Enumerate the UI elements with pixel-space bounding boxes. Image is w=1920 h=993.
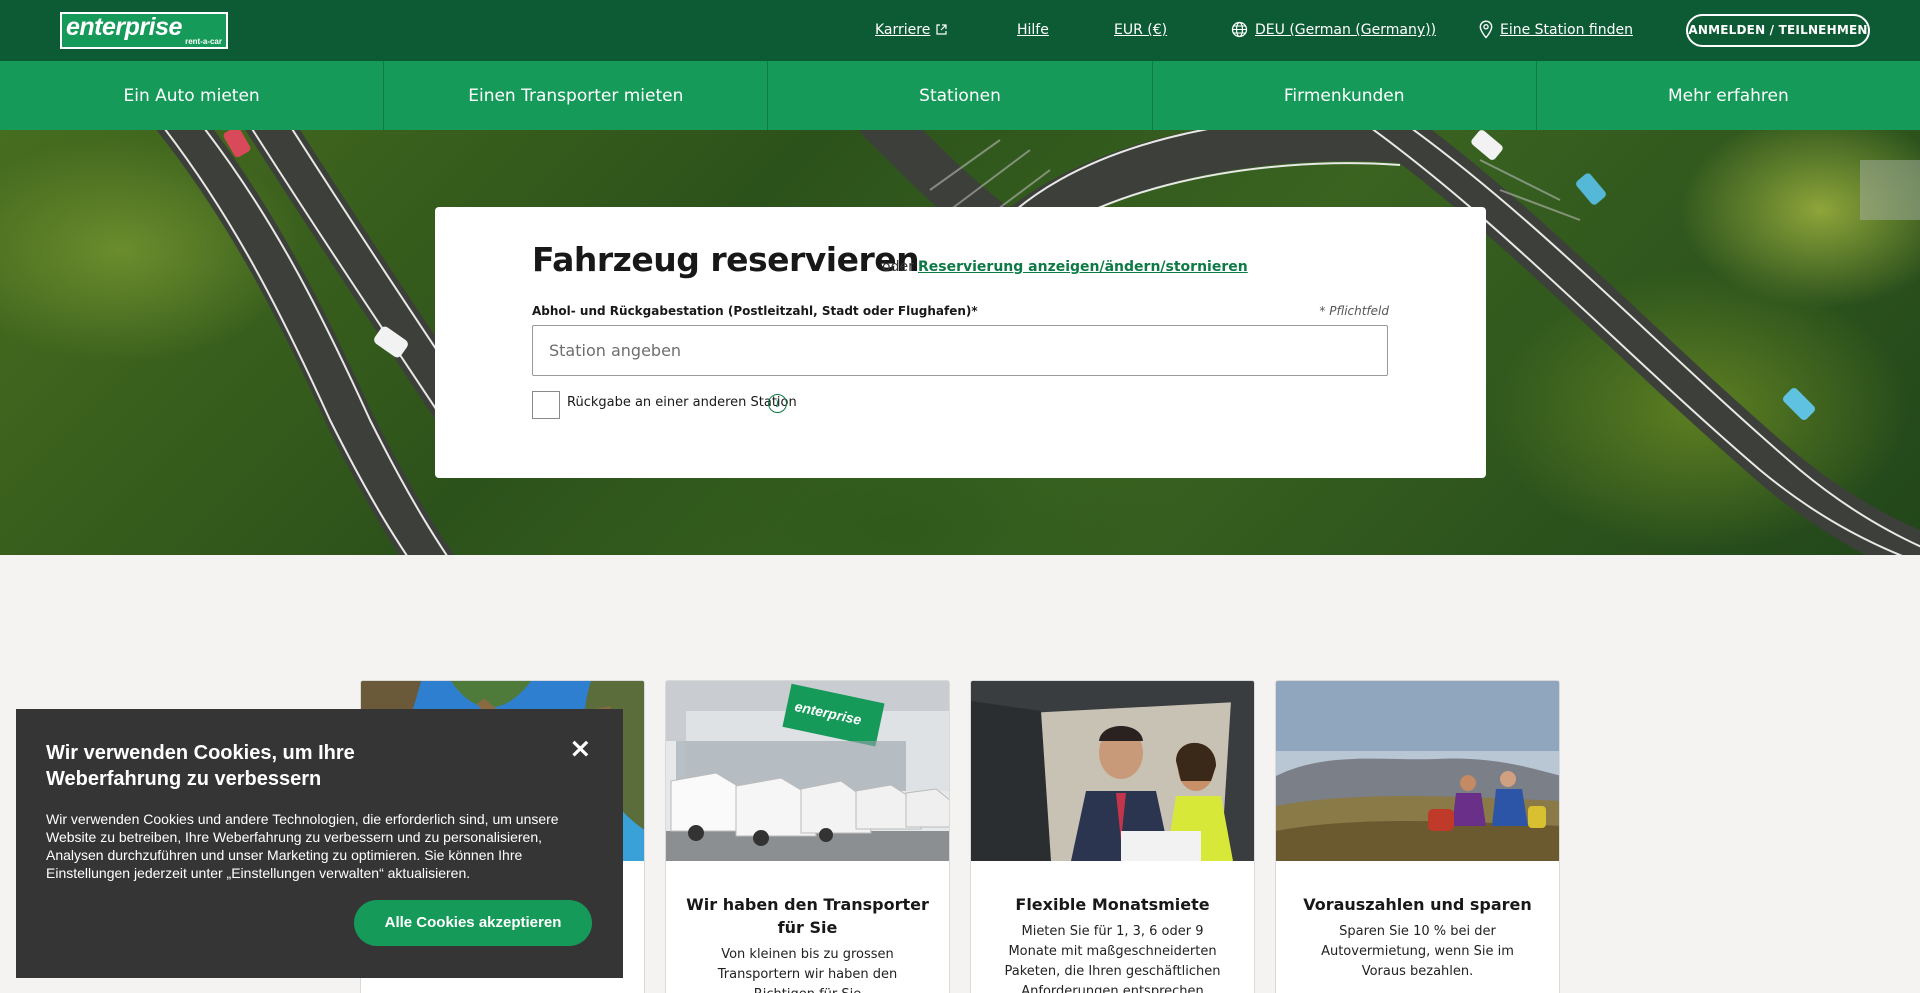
help-link[interactable]: Hilfe	[1017, 21, 1049, 39]
nav-item-business[interactable]: Firmenkunden	[1153, 61, 1537, 130]
station-input[interactable]	[532, 325, 1388, 376]
reservation-panel: Fahrzeug reservieren oder Reservierung a…	[435, 207, 1486, 478]
reservation-title: Fahrzeug reservieren	[532, 240, 920, 279]
station-field-label: Abhol- und Rückgabestation (Postleitzahl…	[532, 304, 978, 318]
enterprise-logo[interactable]: enterprise rent-a-car	[60, 12, 228, 49]
card-description: Mieten Sie für 1, 3, 6 oder 9 Monate mit…	[1004, 924, 1221, 993]
signin-button[interactable]: ANMELDEN / TEILNEHMEN	[1686, 14, 1870, 47]
info-icon[interactable]: i	[768, 394, 787, 413]
cookie-text: Wir verwenden Cookies und andere Technol…	[46, 811, 559, 881]
business-car-photo	[971, 681, 1254, 861]
cookie-title: Wir verwenden Cookies, um Ihre Weberfahr…	[46, 742, 355, 790]
cookie-banner: Wir verwenden Cookies, um Ihre Weberfahr…	[16, 709, 623, 978]
hikers-photo	[1276, 681, 1559, 861]
find-station-link[interactable]: Eine Station finden	[1500, 21, 1633, 39]
globe-icon	[1231, 21, 1248, 38]
career-link[interactable]: Karriere	[875, 21, 930, 39]
return-different-station-checkbox[interactable]	[532, 391, 560, 419]
card-description: Von kleinen bis zu grossen Transportern …	[717, 947, 898, 993]
external-link-icon	[936, 24, 947, 35]
required-field-note: * Pflichtfeld	[1319, 304, 1389, 318]
logo-wordmark: enterprise	[66, 13, 182, 41]
currency-selector[interactable]: EUR (€)	[1114, 21, 1167, 39]
card-title: Wir haben den Transporter für Sie	[686, 895, 929, 937]
card-description: Sparen Sie 10 % bei der Autovermietung, …	[1321, 924, 1514, 979]
van-fleet-photo: enterprise	[666, 681, 949, 861]
language-selector[interactable]: DEU (German (Germany))	[1255, 21, 1436, 39]
hero-aerial-road-image: Fahrzeug reservieren oder Reservierung a…	[0, 130, 1920, 555]
accept-all-cookies-button[interactable]: Alle Cookies akzeptieren	[354, 900, 592, 946]
main-nav: Ein Auto mieten Einen Transporter mieten…	[0, 61, 1920, 130]
career-label: Karriere	[875, 22, 931, 38]
promo-card-prepay[interactable]: Vorauszahlen und sparen Sparen Sie 10 % …	[1275, 680, 1560, 993]
card-title: Vorauszahlen und sparen	[1303, 895, 1532, 914]
top-bar: enterprise rent-a-car Karriere Hilfe EUR…	[0, 0, 1920, 61]
logo-tagline: rent-a-car	[185, 37, 222, 46]
reservation-or-text: oder	[882, 259, 914, 275]
card-title: Flexible Monatsmiete	[1015, 895, 1210, 914]
nav-item-locations[interactable]: Stationen	[768, 61, 1153, 130]
promo-card-monthly[interactable]: Flexible Monatsmiete Mieten Sie für 1, 3…	[970, 680, 1255, 993]
close-icon[interactable]: ×	[569, 735, 592, 762]
nav-item-rent-van[interactable]: Einen Transporter mieten	[384, 61, 769, 130]
promo-card-van[interactable]: enterprise Wir haben den Transporter für…	[665, 680, 950, 993]
map-pin-icon	[1479, 20, 1493, 39]
manage-reservation-link[interactable]: Reservierung anzeigen/ändern/stornieren	[918, 259, 1248, 275]
nav-item-rent-car[interactable]: Ein Auto mieten	[0, 61, 385, 130]
return-different-station-label[interactable]: Rückgabe an einer anderen Station	[567, 395, 797, 410]
nav-item-learn-more[interactable]: Mehr erfahren	[1537, 61, 1920, 130]
